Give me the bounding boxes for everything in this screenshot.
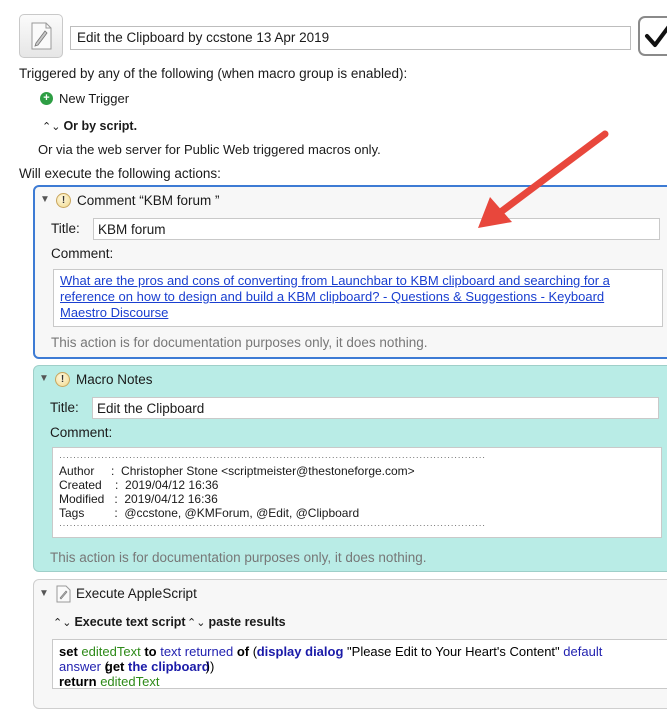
actions-heading: Will execute the following actions: xyxy=(19,166,221,181)
comment-action-icon: ! xyxy=(56,193,71,208)
action-macro-notes[interactable]: ▼ ! Macro Notes Title: Edit the Clipboar… xyxy=(33,365,667,572)
documentation-note: This action is for documentation purpose… xyxy=(51,335,428,350)
add-icon: + xyxy=(40,92,53,105)
comment-label: Comment: xyxy=(51,246,114,261)
web-server-note: Or via the web server for Public Web tri… xyxy=(38,142,381,157)
script-document-icon xyxy=(31,22,52,50)
comment-field[interactable]: What are the pros and cons of converting… xyxy=(53,269,663,327)
triggers-heading: Triggered by any of the following (when … xyxy=(19,66,408,81)
updown-chevron-icon: ⌃⌄ xyxy=(53,616,72,629)
title-input[interactable]: Edit the Clipboard xyxy=(92,397,659,419)
updown-chevron-icon: ⌃⌄ xyxy=(187,616,206,629)
macro-name-field[interactable]: Edit the Clipboard by ccstone 13 Apr 201… xyxy=(70,26,631,50)
macro-enabled-checkbox[interactable] xyxy=(638,16,667,56)
notes-line: Author : Christopher Stone <scriptmeiste… xyxy=(59,464,415,478)
execute-mode-label: Execute text script xyxy=(74,615,186,629)
script-line-2: answer (get the clipboard)) xyxy=(59,659,215,674)
results-mode-popup[interactable]: ⌃⌄ paste results xyxy=(187,615,286,629)
script-line-3: return editedText xyxy=(59,674,160,689)
disclosure-triangle-icon[interactable]: ▼ xyxy=(39,373,49,384)
notes-line: Created : 2019/04/12 16:36 xyxy=(59,478,219,492)
action-execute-applescript[interactable]: ▼ Execute AppleScript ⌃⌄ Execute text sc… xyxy=(33,579,667,709)
checkmark-icon xyxy=(645,25,667,47)
comment-field[interactable]: ········································… xyxy=(52,447,662,538)
comment-link-line[interactable]: Maestro Discourse xyxy=(60,305,656,321)
title-label: Title: xyxy=(51,221,80,236)
script-line-1: set editedText to text returned of ( dis… xyxy=(59,644,603,659)
title-label: Title: xyxy=(50,400,79,415)
action-title: Macro Notes xyxy=(76,372,153,387)
notes-line: Modified : 2019/04/12 16:36 xyxy=(59,492,218,506)
results-mode-label: paste results xyxy=(208,615,286,629)
execute-mode-popup[interactable]: ⌃⌄ Execute text script xyxy=(53,615,186,629)
new-trigger-label: New Trigger xyxy=(59,91,130,106)
notes-line: Tags : @ccstone, @KMForum, @Edit, @Clipb… xyxy=(59,506,360,520)
or-by-script-label: Or by script. xyxy=(63,119,138,133)
comment-link-line[interactable]: reference on how to design and build a K… xyxy=(60,289,656,305)
separator-line: ········································… xyxy=(59,452,486,462)
action-title: Execute AppleScript xyxy=(76,586,197,601)
comment-label: Comment: xyxy=(50,425,113,440)
script-document-icon xyxy=(56,585,71,603)
documentation-note: This action is for documentation purpose… xyxy=(50,550,427,565)
disclosure-triangle-icon[interactable]: ▼ xyxy=(39,588,49,599)
or-by-script-popup[interactable]: ⌃⌄ Or by script. xyxy=(42,119,137,133)
comment-action-icon: ! xyxy=(55,372,70,387)
disclosure-triangle-icon[interactable]: ▼ xyxy=(40,194,50,205)
annotation-arrow-icon xyxy=(478,130,609,228)
action-title: Comment “KBM forum ” xyxy=(77,193,220,208)
comment-link-line[interactable]: What are the pros and cons of converting… xyxy=(60,273,656,289)
macro-icon[interactable] xyxy=(19,14,63,58)
separator-line: ········································… xyxy=(59,520,486,530)
new-trigger-button[interactable]: + New Trigger xyxy=(40,91,129,106)
updown-chevron-icon: ⌃⌄ xyxy=(42,120,61,133)
applescript-editor[interactable]: set editedText to text returned of ( dis… xyxy=(52,639,667,689)
